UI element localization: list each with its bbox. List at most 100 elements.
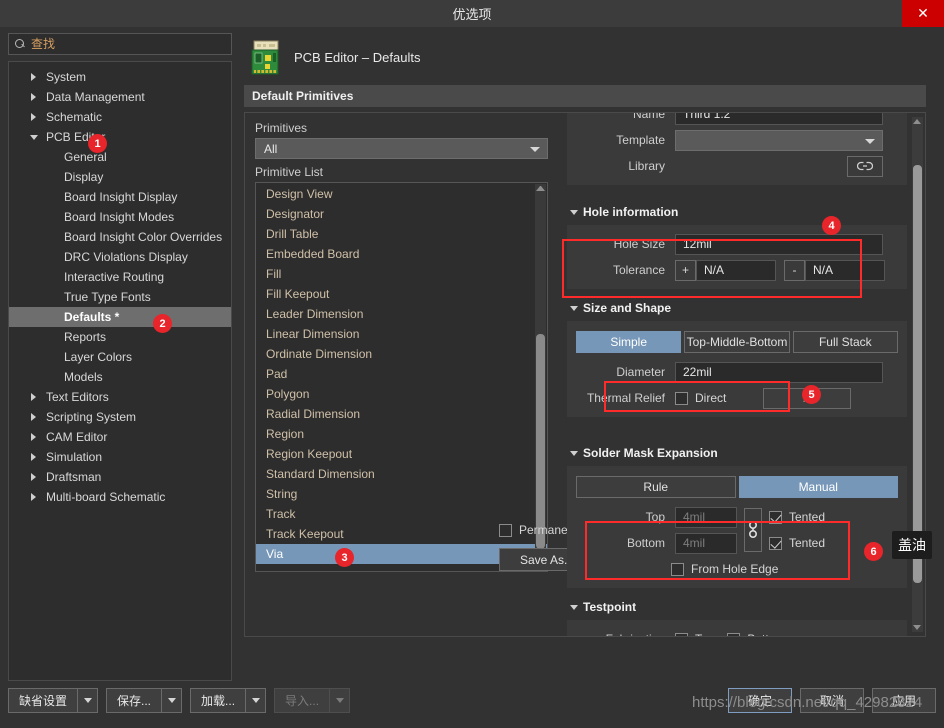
sidebar-item-true-type-fonts[interactable]: True Type Fonts <box>9 287 231 307</box>
chevron-right-icon[interactable] <box>31 473 36 481</box>
sidebar-item-pcb-editor[interactable]: PCB Editor <box>9 127 231 147</box>
diameter-field[interactable]: 22mil <box>675 361 883 383</box>
size-mode-segmented[interactable]: Simple Top-Middle-Bottom Full Stack <box>576 331 898 353</box>
list-item[interactable]: Design View <box>256 184 547 204</box>
sidebar-item-scripting-system[interactable]: Scripting System <box>9 407 231 427</box>
sidebar-item-board-insight-modes[interactable]: Board Insight Modes <box>9 207 231 227</box>
list-item[interactable]: Track <box>256 504 547 524</box>
chevron-right-icon[interactable] <box>31 393 36 401</box>
chevron-down-icon[interactable] <box>162 688 183 713</box>
sidebar-item-drc-violations-display[interactable]: DRC Violations Display <box>9 247 231 267</box>
chevron-down-icon[interactable] <box>330 688 351 713</box>
sidebar-item-schematic[interactable]: Schematic <box>9 107 231 127</box>
preferences-tree[interactable]: System Data Management Schematic PCB Editor… <box>8 61 232 681</box>
list-item[interactable]: Drill Table <box>256 224 547 244</box>
sidebar-item-board-insight-color-overrides[interactable]: Board Insight Color Overrides <box>9 227 231 247</box>
segment-top-middle-bottom[interactable]: Top-Middle-Bottom <box>684 331 790 353</box>
footer-button-label[interactable]: 缺省设置 <box>8 688 79 713</box>
sidebar-item-models[interactable]: Models <box>9 367 231 387</box>
size-and-shape-header[interactable]: Size and Shape <box>567 299 907 317</box>
sidebar-item-multi-board-schematic[interactable]: Multi-board Schematic <box>9 487 231 507</box>
chevron-down-icon[interactable] <box>30 135 38 140</box>
list-item[interactable]: Region Keepout <box>256 444 547 464</box>
name-field[interactable]: Third 1.2 <box>675 113 883 125</box>
chevron-down-icon[interactable] <box>246 688 267 713</box>
footer-button[interactable]: 取消 <box>800 688 864 713</box>
scroll-thumb[interactable] <box>536 334 545 549</box>
sidebar-item-defaults[interactable]: Defaults * <box>9 307 231 327</box>
scroll-up-icon[interactable] <box>536 186 545 191</box>
scroll-thumb[interactable] <box>913 165 922 583</box>
sidebar-item-layer-colors[interactable]: Layer Colors <box>9 347 231 367</box>
sidebar-item-simulation[interactable]: Simulation <box>9 447 231 467</box>
library-link-button[interactable] <box>847 155 883 177</box>
search-box[interactable] <box>8 33 232 55</box>
sm-top-tented-checkbox[interactable] <box>769 510 782 524</box>
list-item[interactable]: Leader Dimension <box>256 304 547 324</box>
sm-top-field[interactable]: 4mil <box>675 506 737 528</box>
close-button[interactable]: ✕ <box>902 0 944 27</box>
hole-information-header[interactable]: Hole information <box>567 203 907 221</box>
chevron-down-icon[interactable] <box>78 688 99 713</box>
footer-split-button[interactable]: 加载... <box>190 688 267 713</box>
hole-size-field[interactable]: 12mil <box>675 233 883 255</box>
primitives-filter-dropdown[interactable]: All <box>255 138 548 159</box>
segment-full-stack[interactable]: Full Stack <box>792 331 898 353</box>
sidebar-item-display[interactable]: Display <box>9 167 231 187</box>
list-item[interactable]: Pad <box>256 364 547 384</box>
sidebar-item-interactive-routing[interactable]: Interactive Routing <box>9 267 231 287</box>
template-dropdown[interactable] <box>675 129 883 151</box>
sidebar-item-cam-editor[interactable]: CAM Editor <box>9 427 231 447</box>
scroll-down-icon[interactable] <box>913 625 921 630</box>
footer-button[interactable]: 应用 <box>872 688 936 713</box>
solder-mask-mode-segmented[interactable]: Rule Manual <box>576 476 898 498</box>
primitive-listbox[interactable]: Design View Designator Drill Table Embedded… <box>255 182 548 572</box>
scroll-up-icon[interactable] <box>913 119 921 124</box>
list-item[interactable]: Standard Dimension <box>256 464 547 484</box>
primitive-list-scrollbar[interactable] <box>535 184 546 570</box>
fabrication-top-checkbox[interactable] <box>675 632 688 636</box>
sidebar-item-text-editors[interactable]: Text Editors <box>9 387 231 407</box>
search-input[interactable] <box>31 37 221 51</box>
list-item[interactable]: Polygon <box>256 384 547 404</box>
footer-button-label[interactable]: 加载... <box>190 688 247 713</box>
permanent-checkbox[interactable] <box>499 523 512 537</box>
list-item[interactable]: Region <box>256 424 547 444</box>
chevron-right-icon[interactable] <box>31 453 36 461</box>
segment-simple[interactable]: Simple <box>576 331 682 353</box>
testpoint-header[interactable]: Testpoint <box>567 598 907 616</box>
chevron-right-icon[interactable] <box>31 93 36 101</box>
list-item[interactable]: Ordinate Dimension <box>256 344 547 364</box>
sidebar-item-draftsman[interactable]: Draftsman <box>9 467 231 487</box>
footer-split-button[interactable]: 导入... <box>274 688 351 713</box>
list-item[interactable]: Embedded Board <box>256 244 547 264</box>
segment-manual[interactable]: Manual <box>738 476 898 498</box>
footer-button-label[interactable]: 保存... <box>106 688 163 713</box>
footer-button-label[interactable]: 导入... <box>274 688 331 713</box>
tolerance-plus-field[interactable]: N/A <box>696 259 776 281</box>
sidebar-item-data-management[interactable]: Data Management <box>9 87 231 107</box>
chevron-right-icon[interactable] <box>31 433 36 441</box>
sidebar-item-reports[interactable]: Reports <box>9 327 231 347</box>
chevron-right-icon[interactable] <box>31 413 36 421</box>
sidebar-item-board-insight-display[interactable]: Board Insight Display <box>9 187 231 207</box>
from-hole-edge-checkbox[interactable] <box>671 562 684 576</box>
sm-link-toggle[interactable] <box>744 508 762 552</box>
list-item[interactable]: Fill Keepout <box>256 284 547 304</box>
chevron-right-icon[interactable] <box>31 113 36 121</box>
sidebar-item-general[interactable]: General <box>9 147 231 167</box>
list-item[interactable]: Radial Dimension <box>256 404 547 424</box>
tolerance-minus-field[interactable]: N/A <box>805 259 885 281</box>
sidebar-item-system[interactable]: System <box>9 67 231 87</box>
sm-bottom-tented-checkbox[interactable] <box>769 536 782 550</box>
chevron-right-icon[interactable] <box>31 493 36 501</box>
footer-button[interactable]: 确定 <box>728 688 792 713</box>
footer-split-button[interactable]: 保存... <box>106 688 183 713</box>
list-item[interactable]: Linear Dimension <box>256 324 547 344</box>
sm-bottom-field[interactable]: 4mil <box>675 532 737 554</box>
segment-rule[interactable]: Rule <box>576 476 736 498</box>
list-item[interactable]: Fill <box>256 264 547 284</box>
fabrication-bottom-checkbox[interactable] <box>727 632 741 636</box>
list-item[interactable]: String <box>256 484 547 504</box>
list-item[interactable]: Designator <box>256 204 547 224</box>
